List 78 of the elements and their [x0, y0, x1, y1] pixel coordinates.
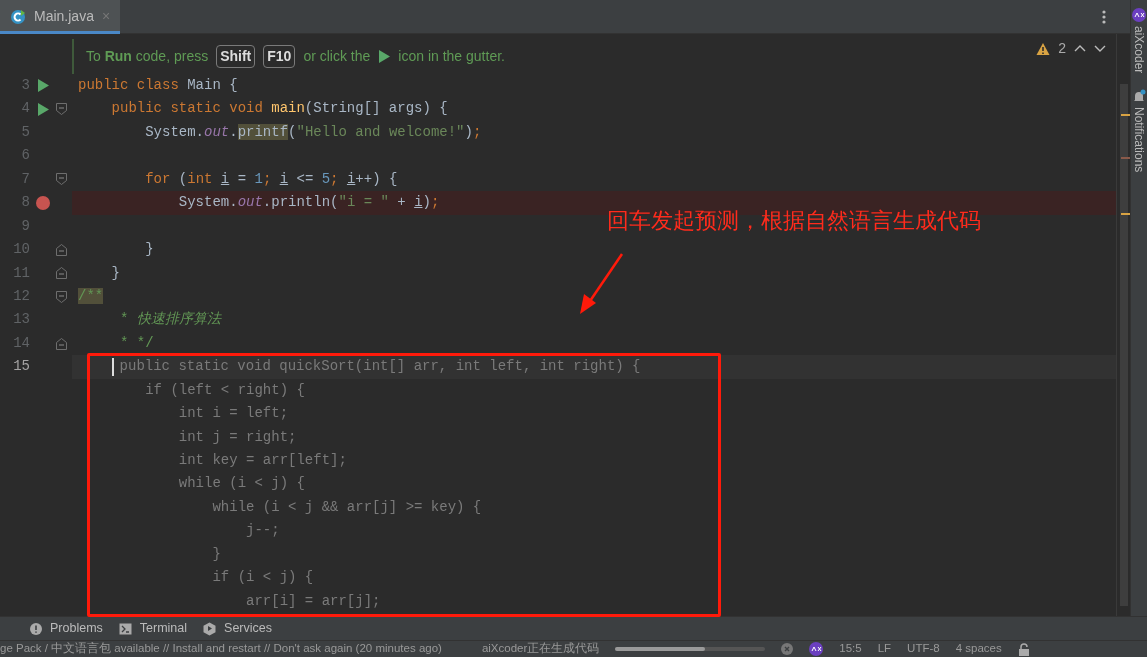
cancel-icon[interactable] — [781, 643, 794, 655]
code-suggestion-line: while (i < j) { — [177, 474, 305, 494]
fold-marker-icon[interactable] — [56, 267, 67, 280]
line-number: 6 — [20, 146, 30, 166]
annotation-arrow — [580, 253, 624, 314]
code-suggestion-line: while (i < j && arr[j] >= key) { — [211, 497, 482, 517]
task-status-text: aiXcoder正在生成代码 — [481, 641, 600, 657]
line-number: 7 — [20, 169, 30, 189]
line-number: 9 — [20, 216, 30, 236]
code-line: public class Main { — [78, 76, 238, 95]
problems-tool-tab[interactable]: Problems — [22, 619, 111, 638]
code-suggestion-line: arr[i] = arr[j]; — [245, 591, 381, 611]
hint-text: or click the — [303, 47, 371, 66]
status-item[interactable]: 4 spaces — [955, 641, 1002, 657]
code-line: System.out.printf("Hello and welcome!"); — [144, 122, 482, 142]
code-suggestion-line: if (left < right) { — [144, 380, 305, 400]
line-number: 4 — [20, 99, 30, 119]
run-icon[interactable] — [37, 78, 49, 94]
lock-icon[interactable] — [1017, 642, 1030, 656]
next-highlight-icon[interactable] — [1094, 44, 1106, 53]
fold-marker-icon[interactable] — [56, 243, 67, 256]
code-line: System.out.println("i = " + i); — [177, 193, 440, 213]
line-number: 14 — [12, 333, 30, 353]
aixcoder-tool-tab[interactable]: aiXcoder — [1130, 26, 1147, 74]
fold-marker-icon[interactable] — [56, 173, 67, 186]
status-message: ge Pack / 中文语言包 available // Install and restart // Don't ask again (20 minutes ago) — [0, 641, 442, 657]
hint-text: To Run code, press — [86, 47, 209, 66]
run-icon — [378, 49, 391, 64]
scrollbar-thumb[interactable] — [1120, 84, 1128, 606]
annotation-text: 回车发起预测，根据自然语言生成代码 — [607, 207, 981, 235]
code-line: } — [144, 240, 154, 260]
line-number: 5 — [20, 122, 30, 142]
line-number: 10 — [12, 240, 30, 260]
run-icon[interactable] — [37, 101, 49, 117]
keyboard-key: F10 — [263, 45, 296, 68]
line-number: 12 — [12, 286, 30, 306]
code-line: } — [110, 263, 120, 283]
services-tool-tab[interactable]: Services — [195, 619, 280, 638]
code-suggestion-line: j--; — [245, 521, 280, 541]
fold-marker-icon[interactable] — [56, 290, 67, 303]
code-suggestion-line: int i = left; — [177, 404, 289, 424]
exclamation-circle-icon — [30, 622, 42, 635]
line-number: 11 — [12, 263, 30, 283]
fold-marker-icon[interactable] — [56, 337, 67, 350]
warning-count[interactable]: 2 — [1058, 38, 1066, 59]
file-tab[interactable]: Main.java × — [0, 0, 121, 34]
previous-highlight-icon[interactable] — [1074, 44, 1086, 53]
code-suggestion-line: public static void quickSort(int[] arr, int left, int right) { — [119, 357, 641, 377]
line-number: 13 — [12, 310, 30, 330]
status-item[interactable]: UTF-8 — [907, 641, 940, 657]
code-suggestion-line: } — [211, 544, 221, 564]
code-suggestion-line: int key = arr[left]; — [177, 451, 347, 470]
more-options-icon[interactable] — [1102, 8, 1106, 25]
terminal-tool-tab[interactable]: Terminal — [110, 619, 196, 638]
code-line: * 快速排序算法 — [119, 310, 221, 330]
breakpoint-icon[interactable] — [36, 195, 50, 210]
code-line: public static void main(String[] args) { — [110, 99, 448, 119]
line-number: 8 — [20, 193, 30, 213]
fold-marker-icon[interactable] — [56, 103, 67, 116]
keyboard-key: Shift — [216, 45, 256, 68]
hint-text: icon in the gutter. — [398, 47, 505, 66]
code-suggestion-line: if (i < j) { — [211, 568, 314, 588]
terminal-icon — [118, 622, 132, 635]
code-suggestion-line: int j = right; — [177, 427, 297, 447]
aixcoder-logo-icon[interactable] — [809, 642, 824, 656]
status-item[interactable]: LF — [877, 641, 892, 657]
code-line: * */ — [119, 333, 154, 353]
hexagon-play-icon — [203, 621, 217, 636]
notification-bell-icon[interactable] — [1132, 89, 1146, 104]
status-item[interactable]: 15:5 — [839, 641, 862, 657]
notifications-tool-tab[interactable]: Notifications — [1130, 107, 1147, 173]
java-class-icon — [10, 8, 26, 25]
text-caret — [111, 357, 114, 376]
warning-icon[interactable] — [1036, 41, 1051, 56]
code-line: for (int i = 1; i <= 5; i++) { — [144, 169, 398, 189]
line-number: 15 — [12, 357, 30, 377]
aixcoder-logo-icon[interactable] — [1132, 8, 1146, 22]
line-number: 3 — [20, 76, 30, 95]
